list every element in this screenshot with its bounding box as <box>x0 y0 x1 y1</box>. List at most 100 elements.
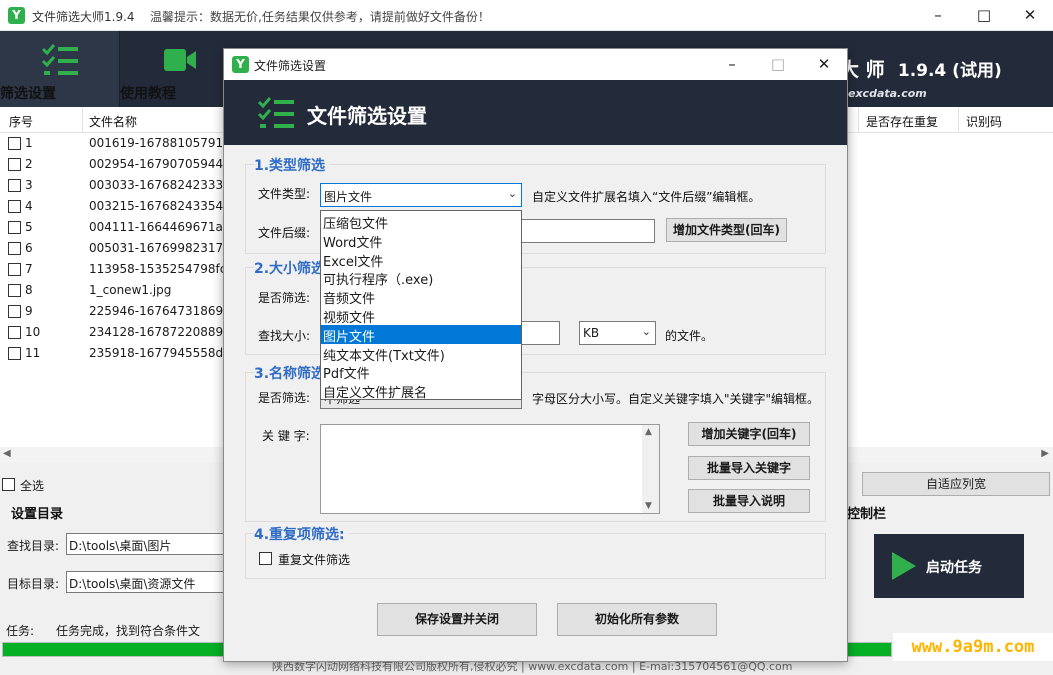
file-type-dropdown: 压缩包文件 Word文件 Excel文件 可执行程序（.exe) 音频文件 视频文件 图片文… <box>320 210 522 401</box>
nav-filter-settings[interactable]: 筛选设置 <box>0 31 120 107</box>
row-checkbox[interactable] <box>8 200 21 213</box>
name-enable-label: 是否筛选: <box>258 391 311 405</box>
dropdown-option[interactable]: 音频文件 <box>321 287 521 307</box>
row-checkbox[interactable] <box>8 221 21 234</box>
duplicate-checkbox[interactable] <box>259 552 272 565</box>
row-filename: 001619-16788105791e2 <box>89 136 239 150</box>
add-type-button[interactable]: 增加文件类型(回车) <box>666 218 787 242</box>
app-logo-icon: Y <box>8 7 25 24</box>
auto-fit-columns-button[interactable]: 自适应列宽 <box>862 472 1050 496</box>
row-checkbox[interactable] <box>8 305 21 318</box>
type-filter-title: 1.类型筛选 <box>254 155 330 175</box>
row-checkbox[interactable] <box>8 347 21 360</box>
select-all-checkbox[interactable] <box>2 478 15 491</box>
row-index: 9 <box>25 304 33 318</box>
nav-label: 使用教程 <box>120 86 176 102</box>
dropdown-option[interactable]: 纯文本文件(Txt文件) <box>321 344 521 364</box>
save-close-button[interactable]: 保存设置并关闭 <box>377 603 537 636</box>
scroll-right-icon[interactable]: ▶ <box>1041 448 1049 459</box>
keyword-label: 关 键 字: <box>262 429 310 443</box>
chevron-down-icon: ⌄ <box>641 325 651 338</box>
dropdown-option[interactable]: 自定义文件扩展名 <box>321 381 521 401</box>
dialog-header-title: 文件筛选设置 <box>307 104 427 128</box>
dropdown-option[interactable]: 压缩包文件 <box>321 212 521 232</box>
row-checkbox[interactable] <box>8 179 21 192</box>
keyword-scrollbar[interactable]: ▲ ▼ <box>642 425 659 513</box>
row-checkbox[interactable] <box>8 137 21 150</box>
file-type-select[interactable]: 图片文件 ⌄ <box>320 183 522 207</box>
row-checkbox[interactable] <box>8 263 21 276</box>
select-all-label: 全选 <box>20 479 45 493</box>
name-hint: 字母区分大小写。自定义关键字填入"关键字"编辑框。 <box>532 392 820 406</box>
close-button[interactable]: ✕ <box>1007 0 1053 31</box>
col-index[interactable]: 序号 <box>9 113 33 130</box>
size-filter-title: 2.大小筛选 <box>254 258 330 278</box>
dropdown-option[interactable]: 可执行程序（.exe) <box>321 268 521 288</box>
brand-site: excdata.com <box>848 87 927 100</box>
row-index: 2 <box>25 157 33 171</box>
scroll-down-icon[interactable]: ▼ <box>645 501 652 511</box>
maximize-button[interactable]: □ <box>961 0 1007 31</box>
add-keyword-button[interactable]: 增加关键字(回车) <box>688 422 810 446</box>
start-task-button[interactable]: 启动任务 <box>874 534 1024 598</box>
status-label: 任务: <box>6 624 35 638</box>
list-check-icon <box>41 44 78 75</box>
row-checkbox[interactable] <box>8 158 21 171</box>
dir-section-title: 设置目录 <box>11 507 64 522</box>
row-index: 11 <box>25 346 41 360</box>
dropdown-option[interactable]: Pdf文件 <box>321 362 521 382</box>
size-unit-select[interactable]: KB ⌄ <box>579 321 656 345</box>
suffix-label: 文件后缀: <box>258 226 311 240</box>
dropdown-option[interactable]: Excel文件 <box>321 250 521 270</box>
minimize-button[interactable]: – <box>915 0 961 31</box>
row-index: 5 <box>25 220 33 234</box>
dialog-header: 文件筛选设置 <box>224 80 847 145</box>
list-check-icon <box>257 97 294 128</box>
dialog-logo-icon: Y <box>232 56 249 73</box>
row-index: 4 <box>25 199 33 213</box>
dropdown-option[interactable]: Word文件 <box>321 231 521 251</box>
reset-params-button[interactable]: 初始化所有参数 <box>557 603 717 636</box>
dialog-maximize-button: □ <box>770 55 786 73</box>
duplicate-label: 重复文件筛选 <box>278 553 351 567</box>
row-index: 10 <box>25 325 41 339</box>
target-dir-input[interactable]: D:\tools\桌面\资源文件 <box>66 571 226 593</box>
keyword-textarea[interactable]: ▲ ▼ <box>320 424 660 514</box>
row-filename: 225946-167647318697a <box>89 304 239 318</box>
warm-tip: 温馨提示：数据无价,任务结果仅供参考，请提前做好文件备份！ <box>150 10 490 24</box>
row-index: 7 <box>25 262 33 276</box>
row-filename: 002954-167907059442f <box>89 157 235 171</box>
duplicate-filter-title: 4.重复项筛选: <box>254 524 349 544</box>
video-camera-icon <box>164 49 196 71</box>
name-filter-title: 3.名称筛选 <box>254 363 330 383</box>
dialog-title: 文件筛选设置 <box>254 59 327 73</box>
filter-settings-dialog: Y 文件筛选设置 – □ ✕ 文件筛选设置 1.类型筛选 文件类型: 图片文件 ⌄… <box>223 48 848 662</box>
import-help-button[interactable]: 批量导入说明 <box>688 489 810 513</box>
row-index: 8 <box>25 283 33 297</box>
scroll-left-icon[interactable]: ◀ <box>3 448 11 459</box>
row-checkbox[interactable] <box>8 242 21 255</box>
watermark: www.9a9m.com <box>893 633 1053 661</box>
window-title: 文件筛选大师1.9.4 <box>32 10 135 24</box>
size-label: 查找大小: <box>258 329 311 343</box>
search-dir-input[interactable]: D:\tools\桌面\图片 <box>66 533 226 555</box>
row-filename: 234128-167872208893E <box>89 325 239 339</box>
dialog-titlebar: Y 文件筛选设置 – □ ✕ <box>224 49 847 80</box>
size-tail-label: 的文件。 <box>665 329 714 343</box>
dropdown-option[interactable]: 视频文件 <box>321 306 521 326</box>
dialog-minimize-button[interactable]: – <box>709 49 755 80</box>
col-duplicate[interactable]: 是否存在重复 <box>866 113 938 130</box>
col-filename[interactable]: 文件名称 <box>89 113 137 130</box>
row-checkbox[interactable] <box>8 326 21 339</box>
scroll-up-icon[interactable]: ▲ <box>645 427 652 437</box>
row-filename: 003033-16768242333b9 <box>89 178 239 192</box>
col-id-code[interactable]: 识别码 <box>966 113 1002 130</box>
dialog-close-button[interactable]: ✕ <box>801 49 847 80</box>
row-checkbox[interactable] <box>8 284 21 297</box>
control-section-title: 控制栏 <box>847 507 887 522</box>
type-hint: 自定义文件扩展名填入“文件后缀”编辑框。 <box>532 190 761 204</box>
chevron-down-icon: ⌄ <box>507 187 517 200</box>
nav-tutorial[interactable]: 使用教程 <box>120 31 240 107</box>
dropdown-option[interactable]: 图片文件 <box>321 324 521 345</box>
import-keywords-button[interactable]: 批量导入关键字 <box>688 456 810 480</box>
